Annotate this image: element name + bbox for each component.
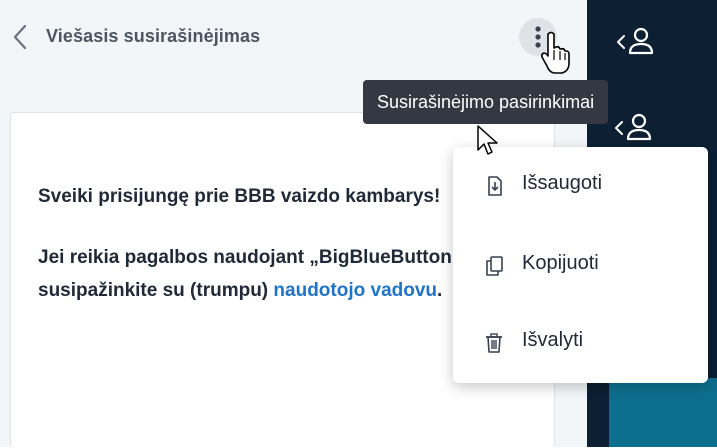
chat-options-menu: Išsaugoti Kopijuoti Išvalyti xyxy=(453,147,708,383)
chevron-left-icon[interactable] xyxy=(10,20,32,54)
menu-item-label: Išsaugoti xyxy=(522,172,603,194)
user-icon[interactable] xyxy=(606,108,666,148)
arrow-cursor-icon xyxy=(477,125,498,155)
menu-item-label: Išvalyti xyxy=(522,329,584,351)
trash-icon xyxy=(486,333,502,353)
chat-title[interactable]: Viešasis susirašinėjimas xyxy=(46,26,260,47)
welcome-line: Sveiki prisijungę prie BBB vaizdo kambar… xyxy=(38,186,441,207)
download-icon xyxy=(488,176,502,196)
menu-item-clear[interactable]: Išvalyti xyxy=(453,313,708,373)
copy-icon xyxy=(486,256,503,276)
hand-cursor-icon xyxy=(540,31,570,74)
chat-header: Viešasis susirašinėjimas xyxy=(0,0,587,76)
toggle-user-list-button[interactable] xyxy=(608,22,668,62)
help-text-end: . xyxy=(437,280,443,301)
user-guide-link[interactable]: naudotojo vadovu xyxy=(273,280,437,301)
presentation-area xyxy=(609,378,717,447)
menu-item-save[interactable]: Išsaugoti xyxy=(453,156,708,216)
menu-item-label: Kopijuoti xyxy=(522,252,599,274)
menu-item-copy[interactable]: Kopijuoti xyxy=(453,236,708,296)
options-tooltip: Susirašinėjimo pasirinkimai xyxy=(363,80,609,124)
help-line: Jei reikia pagalbos naudojant „BigBlueBu… xyxy=(38,241,508,307)
welcome-message: Sveiki prisijungę prie BBB vaizdo kambar… xyxy=(38,180,508,307)
